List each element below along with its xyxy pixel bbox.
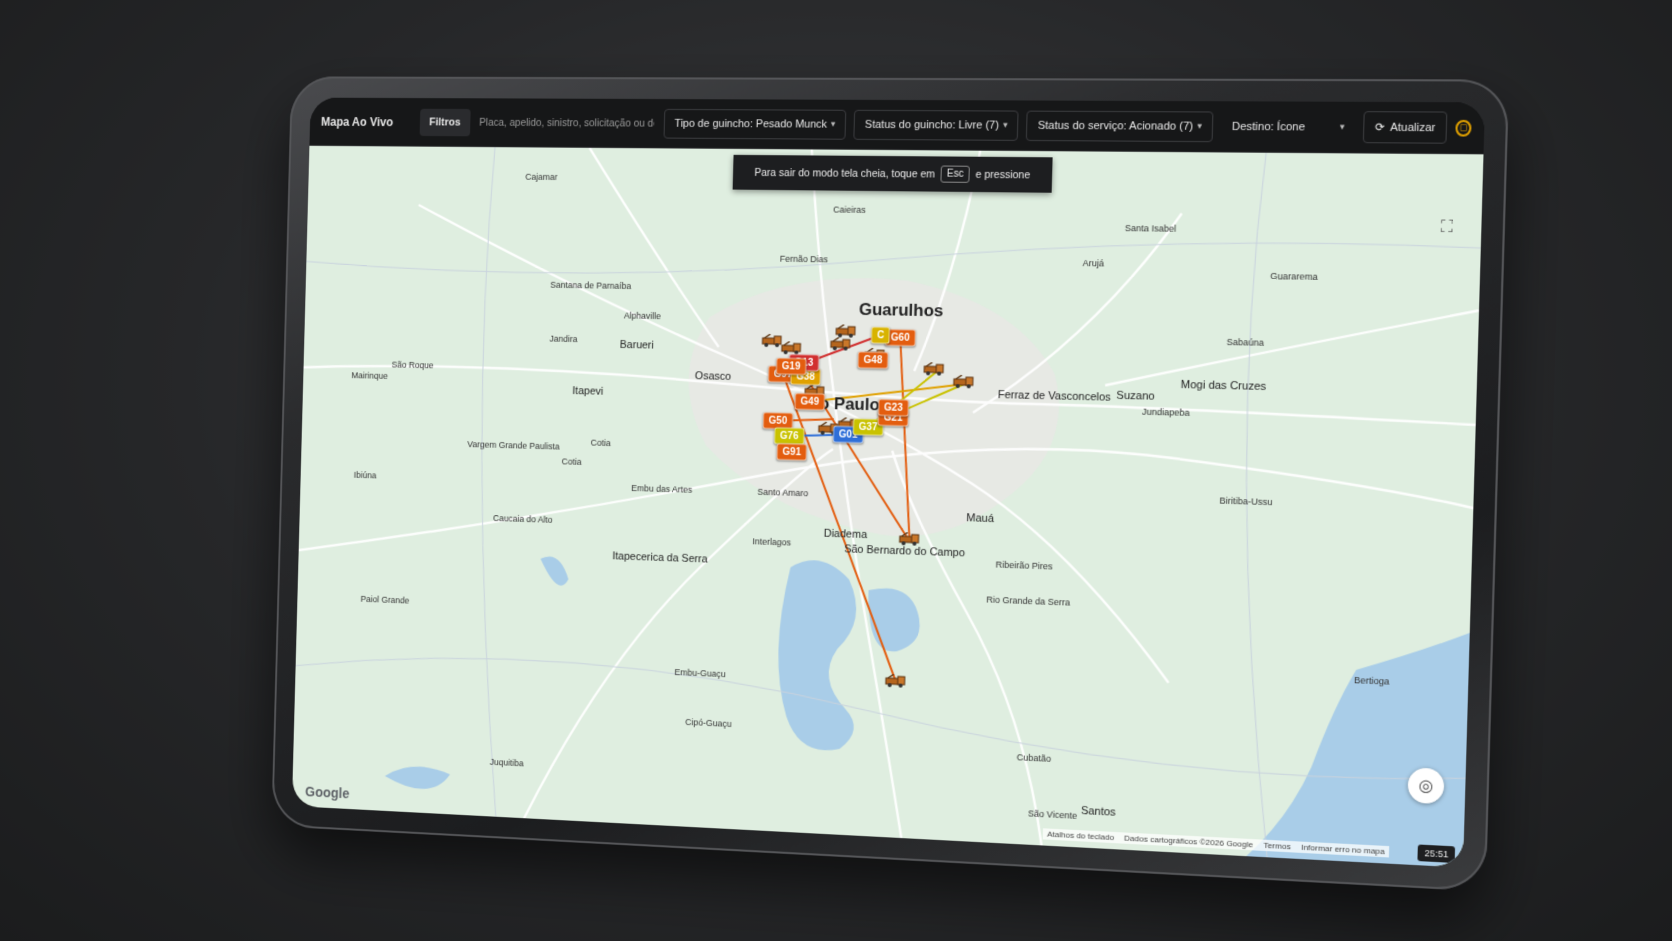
refresh-button[interactable]: ⟳ Atualizar xyxy=(1363,111,1448,144)
service-status-label: Status do serviço: Acionado (7) xyxy=(1038,119,1194,132)
city-label: Paiol Grande xyxy=(360,594,409,606)
service-status-dropdown[interactable]: Status do serviço: Acionado (7) ▾ xyxy=(1026,110,1213,142)
terms-link[interactable]: Termos xyxy=(1263,841,1291,852)
city-label: Jandira xyxy=(549,334,577,344)
tow-status-label: Status do guincho: Livre (7) xyxy=(865,118,999,131)
city-label: Santos xyxy=(1081,805,1116,819)
tow-marker[interactable]: G19 xyxy=(776,358,807,376)
city-label: São Roque xyxy=(391,360,433,371)
city-label: Osasco xyxy=(695,370,731,383)
refresh-icon: ⟳ xyxy=(1375,121,1385,134)
city-label: Cubatão xyxy=(1017,752,1052,764)
city-label: Santo Amaro xyxy=(757,487,808,498)
esc-key: Esc xyxy=(941,166,970,183)
tow-truck-icon[interactable] xyxy=(923,362,945,377)
city-label: Cajamar xyxy=(525,172,557,182)
city-label: Suzano xyxy=(1116,390,1155,403)
city-label: Fernão Dias xyxy=(780,254,828,265)
tow-status-dropdown[interactable]: Status do guincho: Livre (7) ▾ xyxy=(854,109,1019,140)
tow-truck-icon[interactable] xyxy=(885,674,907,689)
city-label: Itapevi xyxy=(572,385,603,398)
search-input[interactable] xyxy=(477,115,656,130)
city-label: Embu das Artes xyxy=(631,483,692,495)
tow-marker[interactable]: C xyxy=(871,327,890,344)
google-logo: Google xyxy=(305,784,350,802)
toast-text-after: e pressione xyxy=(975,168,1030,181)
tow-type-dropdown[interactable]: Tipo de guincho: Pesado Munck ▾ xyxy=(664,108,847,139)
chevron-down-icon: ▾ xyxy=(1003,120,1008,131)
page-title: Mapa Ao Vivo xyxy=(321,115,413,129)
tow-truck-icon[interactable] xyxy=(898,532,920,547)
tow-marker[interactable]: G48 xyxy=(857,351,888,369)
tablet-device: Mapa Ao Vivo Filtros Tipo de guincho: Pe… xyxy=(271,76,1509,891)
chevron-down-icon: ▾ xyxy=(831,119,836,130)
city-label: Barueri xyxy=(620,339,654,352)
tow-marker[interactable]: G23 xyxy=(878,399,909,417)
tow-marker[interactable]: G49 xyxy=(794,393,825,411)
tow-type-label: Tipo de guincho: Pesado Munck xyxy=(674,117,827,130)
destination-dropdown[interactable]: Destino: Ícone ▾ xyxy=(1221,112,1355,142)
live-map[interactable]: Guarulhos São Paulo Barueri Osasco Itapevi Di… xyxy=(292,146,1484,868)
city-label: Guararema xyxy=(1270,271,1318,282)
app-screen: Mapa Ao Vivo Filtros Tipo de guincho: Pe… xyxy=(292,98,1485,868)
city-label: Cotia xyxy=(561,456,581,466)
city-label: Sabaúna xyxy=(1226,337,1264,348)
destination-label: Destino: Ícone xyxy=(1232,120,1306,133)
city-label: Caieiras xyxy=(833,205,866,215)
city-label: Biritiba-Ussu xyxy=(1219,495,1272,507)
city-label: Mairinque xyxy=(351,370,388,381)
city-label: Cotia xyxy=(591,438,611,448)
city-label: Jundiapeba xyxy=(1142,407,1190,418)
city-label: Ibiúna xyxy=(354,470,377,480)
chevron-down-icon: ▾ xyxy=(1340,121,1345,132)
city-label: Mauá xyxy=(966,512,994,525)
city-label: Arujá xyxy=(1082,258,1104,268)
city-label: Diadema xyxy=(824,528,868,541)
refresh-label: Atualizar xyxy=(1390,121,1436,134)
city-label: Santa Isabel xyxy=(1125,223,1177,234)
city-label: Interlagos xyxy=(752,536,791,547)
city-label: Bertioga xyxy=(1354,675,1390,687)
status-indicator-icon[interactable]: ◻ xyxy=(1455,119,1471,136)
crosshair-icon: ◎ xyxy=(1418,775,1433,796)
tow-marker[interactable]: G91 xyxy=(776,443,807,461)
chevron-down-icon: ▾ xyxy=(1197,121,1202,132)
city-label: Juquitiba xyxy=(490,757,524,768)
city-label: Embu-Guaçu xyxy=(674,667,725,679)
tow-truck-icon[interactable] xyxy=(830,337,852,351)
fullscreen-toast: Para sair do modo tela cheia, toque em E… xyxy=(733,155,1053,193)
top-toolbar: Mapa Ao Vivo Filtros Tipo de guincho: Pe… xyxy=(309,98,1485,155)
toast-text-before: Para sair do modo tela cheia, toque em xyxy=(754,166,935,180)
city-label: Guarulhos xyxy=(859,300,944,322)
city-label: Mogi das Cruzes xyxy=(1181,379,1267,393)
city-label: Ribeirão Pires xyxy=(995,559,1052,571)
map-base xyxy=(292,146,1484,868)
tow-truck-icon[interactable] xyxy=(953,375,975,390)
city-label: Santana de Parnaíba xyxy=(550,280,631,291)
city-label: Caucaia do Alto xyxy=(493,513,553,525)
filters-button[interactable]: Filtros xyxy=(420,108,471,136)
city-label: Cipó-Guaçu xyxy=(685,717,732,729)
clock: 25:51 xyxy=(1418,844,1455,862)
fullscreen-icon[interactable]: ⛶ xyxy=(1441,218,1461,237)
city-label: Alphaville xyxy=(624,311,661,322)
